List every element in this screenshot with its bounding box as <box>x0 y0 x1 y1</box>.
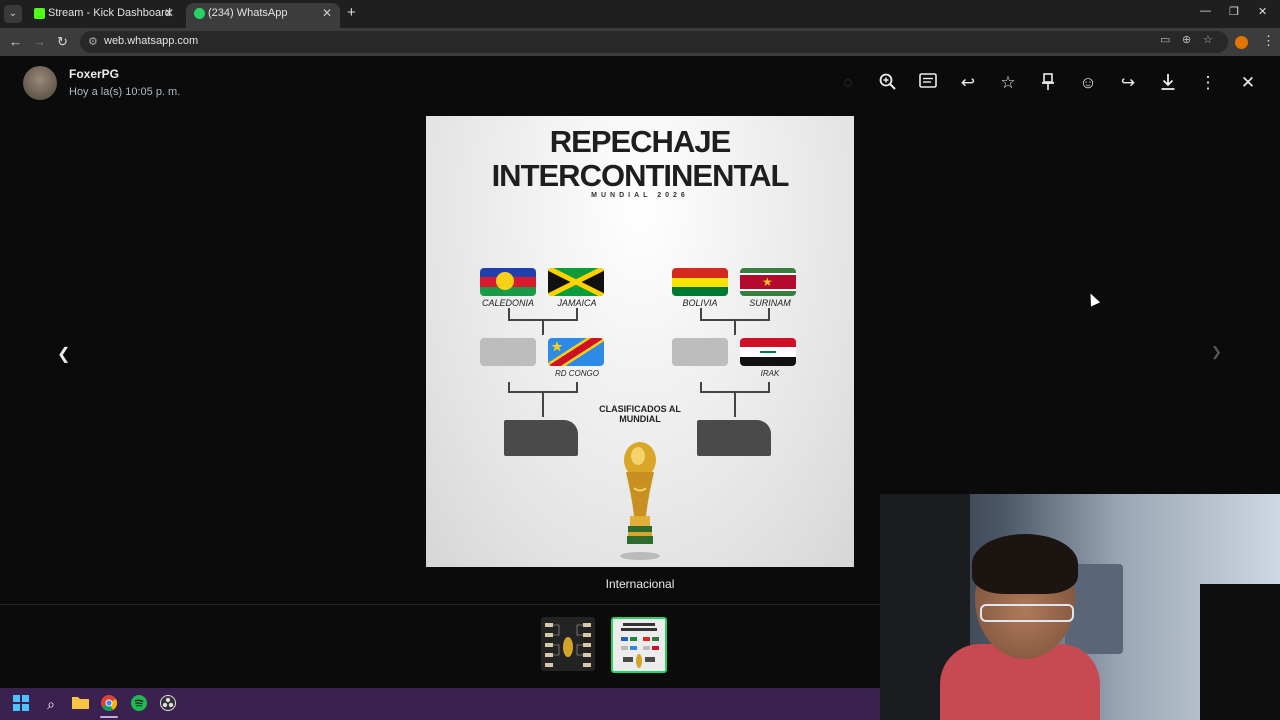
file-explorer-icon[interactable] <box>71 695 89 713</box>
label-jamaica: JAMAICA <box>557 298 597 308</box>
chrome-icon[interactable] <box>100 695 118 713</box>
message-timestamp: Hoy a la(s) 10:05 p. m. <box>69 86 181 98</box>
qualified-slot-right <box>697 420 771 456</box>
tab-label: Stream - Kick Dashboard <box>48 7 171 19</box>
spotify-icon[interactable] <box>130 695 148 713</box>
mouse-cursor-icon <box>1085 291 1101 307</box>
back-icon[interactable]: ← <box>9 34 22 49</box>
bracket-line <box>734 391 736 417</box>
window-close-icon[interactable]: ✕ <box>1258 5 1267 18</box>
label-surinam: SURINAM <box>749 298 791 308</box>
forward-nav-icon[interactable]: → <box>33 34 46 49</box>
close-tab-icon[interactable]: ✕ <box>164 3 174 24</box>
address-bar[interactable]: ⚙ web.whatsapp.com <box>80 31 1228 53</box>
install-app-icon[interactable]: ▭ <box>1160 33 1170 46</box>
restore-icon[interactable]: ❐ <box>1229 5 1239 18</box>
previous-media-icon[interactable]: ❮ <box>57 344 70 364</box>
label-irak: IRAK <box>760 369 780 378</box>
tab-strip: ⌄ Stream - Kick Dashboard ✕ (234) WhatsA… <box>0 0 1280 28</box>
search-icon[interactable]: ⌕ <box>42 695 60 713</box>
world-cup-trophy-icon <box>618 438 662 562</box>
obs-icon[interactable] <box>159 695 177 713</box>
sender-name: FoxerPG <box>69 67 120 81</box>
clasificados-label: CLASIFICADOS AL MUNDIAL <box>599 404 681 424</box>
flag-jamaica <box>548 268 604 296</box>
poster-title-line1: REPECHAJE <box>549 124 732 159</box>
flag-suriname: ★ <box>740 268 796 296</box>
flag-bolivia <box>672 268 728 296</box>
active-app-indicator <box>100 716 118 718</box>
bookmark-star-icon[interactable]: ☆ <box>1203 33 1213 46</box>
bracket-line <box>542 391 544 417</box>
star-icon[interactable]: ☆ <box>998 73 1018 93</box>
react-icon[interactable]: ☺ <box>1078 73 1098 93</box>
close-tab-icon[interactable]: ✕ <box>322 3 332 24</box>
browser-toolbar: ← → ↻ ⚙ web.whatsapp.com ▭ ⊕ ☆ ⋮ <box>0 28 1280 56</box>
qualified-slot-left <box>504 420 578 456</box>
more-options-icon[interactable]: ⋮ <box>1198 73 1218 93</box>
close-viewer-icon[interactable]: ✕ <box>1238 73 1258 93</box>
media-thumbnail[interactable] <box>541 617 595 671</box>
poster-title-line2: INTERCONTINENTAL <box>491 158 790 193</box>
whatsapp-icon <box>194 8 205 19</box>
media-caption: Internacional <box>605 577 675 591</box>
tab-kick-dashboard[interactable]: Stream - Kick Dashboard ✕ <box>26 3 182 28</box>
site-info-icon[interactable]: ⚙ <box>88 35 98 48</box>
empty-slot <box>672 338 728 366</box>
zoom-icon[interactable]: ⊕ <box>1182 33 1191 46</box>
reply-icon[interactable]: ↩ <box>958 73 978 93</box>
sender-avatar[interactable] <box>23 66 57 100</box>
forward-icon[interactable]: ↪ <box>1118 73 1138 93</box>
bracket-line <box>734 319 736 335</box>
windows-icon[interactable] <box>12 695 30 713</box>
browser-menu-icon[interactable]: ⋮ <box>1262 33 1275 49</box>
pin-icon[interactable] <box>1038 73 1058 93</box>
flag-new-caledonia <box>480 268 536 296</box>
media-image: REPECHAJE INTERCONTINENTAL MUNDIAL 2026 … <box>426 116 854 567</box>
flag-iraq <box>740 338 796 366</box>
label-caledonia: CALEDONIA <box>481 298 534 308</box>
message-icon[interactable] <box>918 73 938 93</box>
tab-label: (234) WhatsApp <box>208 7 288 19</box>
tab-search-icon[interactable]: ⌄ <box>4 5 22 23</box>
webcam-person-glasses <box>980 604 1074 622</box>
label-bolivia: BOLIVIA <box>682 298 718 308</box>
windows-taskbar: ⌕ <box>0 688 880 720</box>
bracket-line <box>542 319 544 335</box>
webcam-person-hair <box>972 534 1078 594</box>
reload-icon[interactable]: ↻ <box>57 34 68 50</box>
zoom-out-icon: ○ <box>842 73 854 92</box>
next-media-icon[interactable]: ❯ <box>1211 344 1222 360</box>
kick-icon <box>34 8 45 19</box>
thumbnail-divider <box>0 604 880 605</box>
poster-subtitle: MUNDIAL 2026 <box>591 192 689 199</box>
webcam-background-monitor <box>1200 584 1280 720</box>
zoom-in-icon[interactable] <box>878 73 898 93</box>
new-tab-icon[interactable]: + <box>347 4 356 21</box>
label-rd-congo: RD CONGO <box>555 369 599 378</box>
tab-whatsapp[interactable]: (234) WhatsApp ✕ <box>186 3 340 28</box>
media-thumbnail-selected[interactable] <box>611 617 667 673</box>
minimize-icon[interactable]: — <box>1200 5 1211 17</box>
profile-avatar[interactable] <box>1235 36 1248 49</box>
url-text: web.whatsapp.com <box>104 35 199 47</box>
webcam-overlay <box>880 494 1280 720</box>
flag-dr-congo <box>548 338 604 366</box>
download-icon[interactable] <box>1158 73 1178 93</box>
empty-slot <box>480 338 536 366</box>
